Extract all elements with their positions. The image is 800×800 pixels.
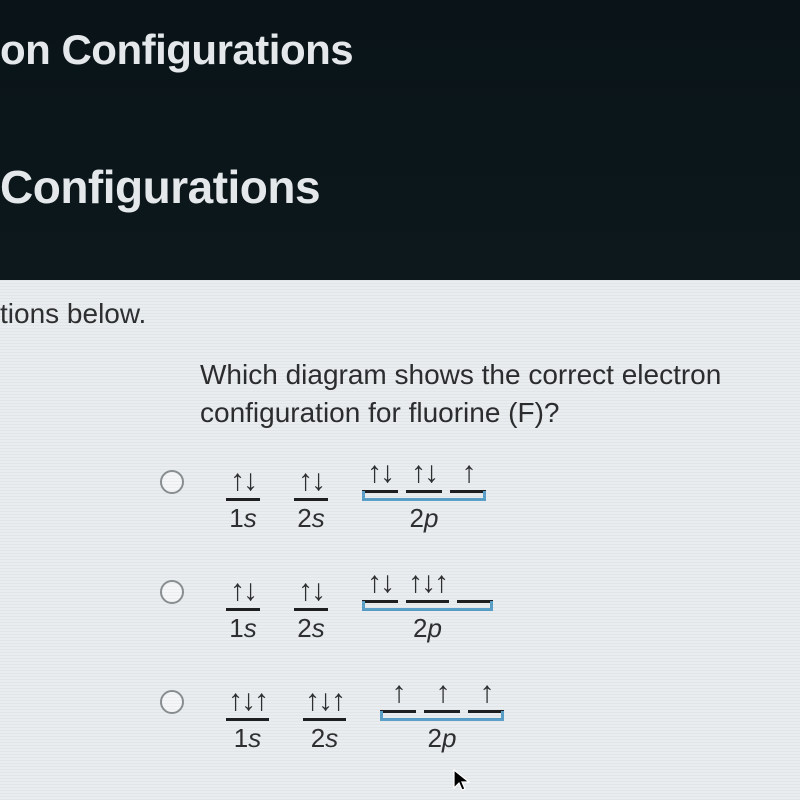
page-title-fragment-2: Configurations (0, 74, 800, 214)
orbital-fill: ↑↓↑ (226, 686, 269, 721)
option-c[interactable]: ↑↓↑ 1s ↑↓↑ 2s ↑ ↑ ↑ 2p (160, 678, 800, 754)
bracket-icon (362, 491, 486, 501)
orbital-fill: ↑ (424, 678, 460, 713)
orbital-2s: ↑↓ 2s (294, 466, 328, 534)
mouse-cursor-icon (452, 768, 472, 792)
orbital-fill: ↑ (450, 458, 486, 493)
orbital-fill: ↑↓ (294, 576, 328, 611)
radio-button[interactable] (160, 580, 184, 604)
orbital-label: 2p (428, 721, 457, 754)
option-a[interactable]: ↑↓ 1s ↑↓ 2s ↑↓ ↑↓ ↑ 2p (160, 458, 800, 534)
orbital-1s: ↑↓ 1s (226, 576, 260, 644)
content-area: tions below. Which diagram shows the cor… (0, 280, 800, 800)
orbital-diagram: ↑↓↑ 1s ↑↓↑ 2s ↑ ↑ ↑ 2p (226, 678, 504, 754)
orbital-fill: ↑↓ (226, 576, 260, 611)
orbital-label: 2p (413, 611, 442, 644)
header-area: on Configurations Configurations (0, 0, 800, 280)
orbital-label: 1s (229, 501, 256, 534)
option-b[interactable]: ↑↓ 1s ↑↓ 2s ↑↓ ↑↓↑ 2p (160, 568, 800, 644)
options-list: ↑↓ 1s ↑↓ 2s ↑↓ ↑↓ ↑ 2p (0, 458, 800, 754)
orbital-fill: ↑ (468, 678, 504, 713)
orbital-2p-group: ↑ ↑ ↑ 2p (380, 678, 504, 754)
orbital-label: 2s (311, 721, 338, 754)
orbital-diagram: ↑↓ 1s ↑↓ 2s ↑↓ ↑↓↑ 2p (226, 568, 493, 644)
bracket-icon (380, 711, 504, 721)
orbital-fill: ↑↓↑ (303, 686, 346, 721)
orbital-2s: ↑↓↑ 2s (303, 686, 346, 754)
orbital-fill: ↑↓ (362, 568, 398, 603)
orbital-fill: ↑ (380, 678, 416, 713)
instruction-fragment: tions below. (0, 298, 800, 356)
bracket-icon (362, 601, 493, 611)
question-text: Which diagram shows the correct electron… (0, 356, 800, 458)
radio-button[interactable] (160, 690, 184, 714)
orbital-2s: ↑↓ 2s (294, 576, 328, 644)
orbital-fill: ↑↓ (294, 466, 328, 501)
orbital-fill (457, 568, 493, 603)
orbital-2p-group: ↑↓ ↑↓↑ 2p (362, 568, 493, 644)
orbital-fill: ↑↓ (406, 458, 442, 493)
orbital-label: 1s (234, 721, 261, 754)
orbital-label: 1s (229, 611, 256, 644)
orbital-1s: ↑↓↑ 1s (226, 686, 269, 754)
orbital-2p-group: ↑↓ ↑↓ ↑ 2p (362, 458, 486, 534)
orbital-label: 2s (297, 501, 324, 534)
orbital-label: 2p (410, 501, 439, 534)
orbital-fill: ↑↓ (226, 466, 260, 501)
orbital-diagram: ↑↓ 1s ↑↓ 2s ↑↓ ↑↓ ↑ 2p (226, 458, 486, 534)
radio-button[interactable] (160, 470, 184, 494)
orbital-label: 2s (297, 611, 324, 644)
page-title-fragment-1: on Configurations (0, 0, 800, 74)
orbital-1s: ↑↓ 1s (226, 466, 260, 534)
orbital-fill: ↑↓ (362, 458, 398, 493)
orbital-fill: ↑↓↑ (406, 568, 449, 603)
